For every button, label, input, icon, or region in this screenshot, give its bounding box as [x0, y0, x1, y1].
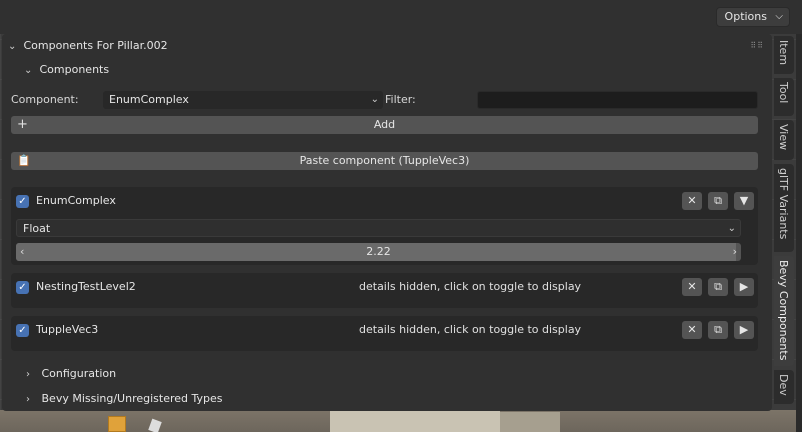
- region-edge: [796, 34, 802, 432]
- copy-icon: ⧉: [714, 280, 722, 293]
- section-label: Configuration: [41, 367, 117, 380]
- toggle-details-button[interactable]: ▼: [734, 192, 754, 210]
- component-card-nestingtestlevel2: ✓ NestingTestLevel2 details hidden, clic…: [11, 273, 758, 308]
- configuration-subpanel-header[interactable]: › Configuration: [26, 365, 116, 384]
- tab-label: Bevy Components: [777, 260, 790, 361]
- component-enabled-checkbox[interactable]: ✓: [16, 324, 29, 337]
- tab-dev[interactable]: Dev: [774, 370, 794, 404]
- float-value: 2.22: [366, 245, 391, 258]
- triangle-down-icon: ▼: [739, 194, 749, 207]
- tab-bevy-components[interactable]: Bevy Components: [774, 256, 794, 366]
- clipboard-icon: 📋: [17, 154, 31, 167]
- component-name: EnumComplex: [36, 194, 116, 207]
- enum-variant-value: Float: [23, 222, 51, 235]
- triangle-right-icon: ▶: [739, 323, 749, 336]
- remove-component-button[interactable]: ✕: [682, 192, 702, 210]
- tab-label: Item: [777, 40, 790, 66]
- components-subpanel-header[interactable]: ⌄ Components: [24, 60, 109, 81]
- chevron-right-icon: ›: [26, 394, 30, 405]
- components-panel: ⌄ Components For Pillar.002 ⠿⠿ ⌄ Compone…: [2, 34, 772, 411]
- increment-arrow-icon[interactable]: ›: [733, 243, 737, 261]
- chevron-down-icon: ⌵: [775, 11, 783, 22]
- add-component-button[interactable]: + Add: [11, 116, 758, 134]
- component-dropdown[interactable]: EnumComplex ⌄: [103, 91, 383, 109]
- component-enabled-checkbox[interactable]: ✓: [16, 281, 29, 294]
- viewport-floor: [0, 410, 802, 432]
- plus-icon: +: [17, 117, 28, 132]
- tab-tool[interactable]: Tool: [774, 78, 794, 116]
- remove-component-button[interactable]: ✕: [682, 278, 702, 296]
- panel-title: Components For Pillar.002: [23, 39, 168, 52]
- copy-component-button[interactable]: ⧉: [708, 192, 728, 210]
- close-icon: ✕: [687, 280, 697, 293]
- component-name: TuppleVec3: [36, 323, 99, 336]
- details-hidden-hint: details hidden, click on toggle to displ…: [359, 280, 582, 293]
- component-dropdown-value: EnumComplex: [109, 93, 189, 106]
- scene-object: [500, 412, 560, 432]
- chevron-down-icon: ⌄: [24, 65, 33, 76]
- float-value-field[interactable]: ‹ 2.22 ›: [16, 243, 741, 261]
- tab-gltf-variants[interactable]: glTF Variants: [774, 164, 794, 252]
- details-hidden-hint: details hidden, click on toggle to displ…: [359, 323, 582, 336]
- chevron-right-icon: ›: [26, 369, 30, 380]
- copy-component-button[interactable]: ⧉: [708, 321, 728, 339]
- close-icon: ✕: [687, 194, 697, 207]
- tab-label: Tool: [777, 82, 790, 104]
- close-icon: ✕: [687, 323, 697, 336]
- panel-header[interactable]: ⌄ Components For Pillar.002 ⠿⠿: [8, 36, 768, 56]
- copy-component-button[interactable]: ⧉: [708, 278, 728, 296]
- scene-object: [108, 416, 126, 432]
- scene-object: [148, 418, 162, 432]
- component-enabled-checkbox[interactable]: ✓: [16, 195, 29, 208]
- scene-object: [330, 410, 500, 432]
- component-card-enumcomplex: ✓ EnumComplex ✕ ⧉ ▼ Float ⌄ ‹ 2.22 ›: [11, 187, 758, 265]
- add-label: Add: [373, 118, 396, 131]
- toggle-details-button[interactable]: ▶: [734, 278, 754, 296]
- filter-input[interactable]: [477, 91, 758, 109]
- section-label: Bevy Missing/Unregistered Types: [41, 392, 223, 405]
- filter-label: Filter:: [385, 93, 416, 106]
- options-button[interactable]: Options ⌵: [715, 7, 790, 27]
- tab-label: Dev: [777, 374, 790, 396]
- tab-item[interactable]: Item: [774, 36, 794, 74]
- chevron-down-icon: ⌄: [370, 94, 379, 105]
- tab-view[interactable]: View: [774, 120, 794, 160]
- tab-label: glTF Variants: [777, 168, 790, 240]
- header-bar: Options ⌵: [0, 0, 802, 34]
- copy-icon: ⧉: [714, 194, 722, 207]
- remove-component-button[interactable]: ✕: [682, 321, 702, 339]
- drag-handle-icon[interactable]: ⠿⠿: [750, 36, 764, 56]
- missing-types-subpanel-header[interactable]: › Bevy Missing/Unregistered Types: [26, 390, 223, 409]
- chevron-down-icon: ⌄: [727, 223, 736, 234]
- chevron-down-icon: ⌄: [8, 41, 17, 52]
- component-name: NestingTestLevel2: [36, 280, 136, 293]
- options-label: Options: [724, 10, 767, 23]
- copy-icon: ⧉: [714, 323, 722, 336]
- toggle-details-button[interactable]: ▶: [734, 321, 754, 339]
- component-card-tupplevec3: ✓ TuppleVec3 details hidden, click on to…: [11, 316, 758, 351]
- subpanel-title: Components: [39, 63, 110, 76]
- paste-component-button[interactable]: 📋 Paste component (TuppleVec3): [11, 152, 758, 170]
- paste-label: Paste component (TuppleVec3): [299, 154, 470, 167]
- triangle-right-icon: ▶: [739, 280, 749, 293]
- tab-label: View: [777, 124, 790, 151]
- enum-variant-dropdown[interactable]: Float ⌄: [16, 219, 741, 237]
- component-label: Component:: [11, 93, 79, 106]
